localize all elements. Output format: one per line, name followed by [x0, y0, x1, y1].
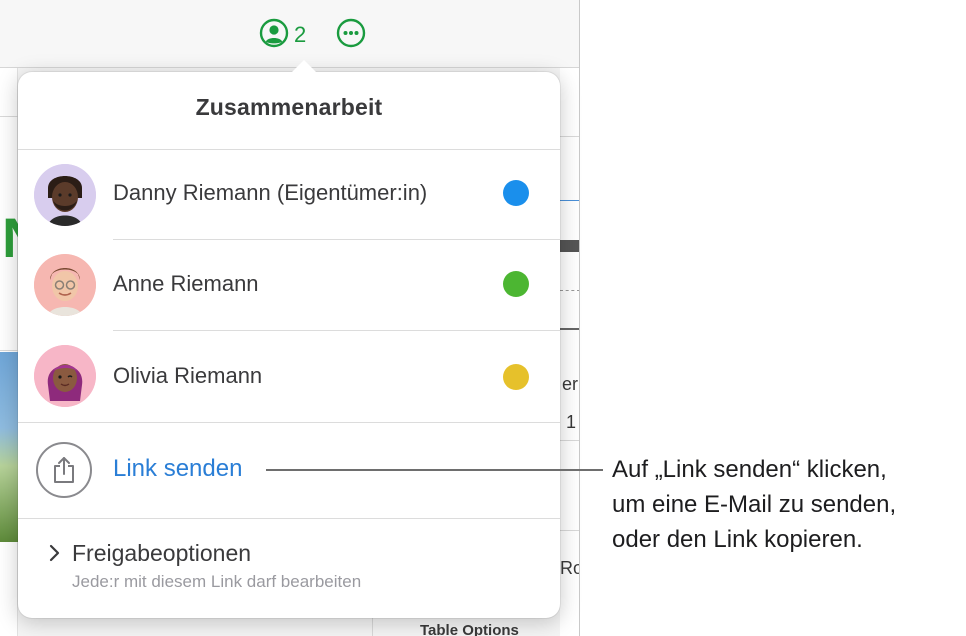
share-options-subtitle: Jede:r mit diesem Link darf bearbeiten — [72, 572, 362, 591]
collaborate-button[interactable]: 2 — [259, 18, 307, 53]
grid-line — [560, 136, 579, 137]
participant-color-dot — [503, 180, 529, 206]
popover-title: Zusammenarbeit — [195, 94, 383, 120]
table-options-label: Table Options — [420, 622, 519, 636]
grid-block — [560, 240, 579, 252]
collaborator-count: 2 — [294, 22, 307, 47]
background-text: 1 — [566, 412, 577, 432]
grid-line — [560, 530, 579, 531]
background-text: er — [562, 374, 579, 394]
share-icon[interactable] — [36, 442, 92, 498]
callout-line-1: Auf „Link senden“ klicken, — [612, 456, 887, 483]
participant-color-dot — [503, 271, 529, 297]
callout-line — [266, 469, 603, 471]
person-circle-icon — [259, 18, 289, 53]
collaboration-popover: Zusammenarbeit Danny Riemann (Eigentümer… — [18, 60, 560, 618]
callout-line-2: um eine E-Mail zu senden, — [612, 491, 897, 518]
grid-line — [560, 200, 579, 201]
participant-color-dot — [503, 364, 529, 390]
participant-row[interactable]: Anne Riemann — [18, 240, 560, 330]
callout-line-3: oder den Link kopieren. — [612, 526, 863, 553]
send-link-button[interactable]: Link senden — [113, 455, 242, 483]
grid-line — [560, 440, 579, 441]
grid-line — [560, 290, 579, 291]
callout-text: Auf „Link senden“ klicken, um eine E-Mai… — [612, 452, 962, 557]
participant-row[interactable]: Danny Riemann (Eigentümer:in) — [18, 149, 560, 239]
participant-row[interactable]: Olivia Riemann — [18, 331, 560, 421]
participant-name: Danny Riemann (Eigentümer:in) — [113, 180, 428, 205]
grid-line — [560, 328, 579, 330]
avatar — [34, 164, 96, 226]
participant-name: Olivia Riemann — [113, 363, 263, 388]
toolbar: 2 — [0, 0, 579, 68]
spreadsheet-area-right — [560, 68, 579, 636]
grid-line — [0, 116, 18, 117]
more-button[interactable] — [336, 18, 368, 53]
avatar — [34, 254, 96, 316]
chevron-right-icon — [48, 542, 62, 569]
ellipsis-circle-icon — [336, 18, 366, 53]
background-photo — [0, 352, 18, 542]
grid-line — [0, 350, 18, 351]
share-options-row[interactable]: Freigabeoptionen Jede:r mit diesem Link … — [18, 518, 560, 618]
popover-arrow — [291, 60, 317, 73]
avatar — [34, 345, 96, 407]
grid-line — [372, 618, 373, 636]
participant-name: Anne Riemann — [113, 271, 259, 296]
background-text: Ro — [560, 558, 579, 578]
share-options-label[interactable]: Freigabeoptionen — [72, 540, 251, 567]
